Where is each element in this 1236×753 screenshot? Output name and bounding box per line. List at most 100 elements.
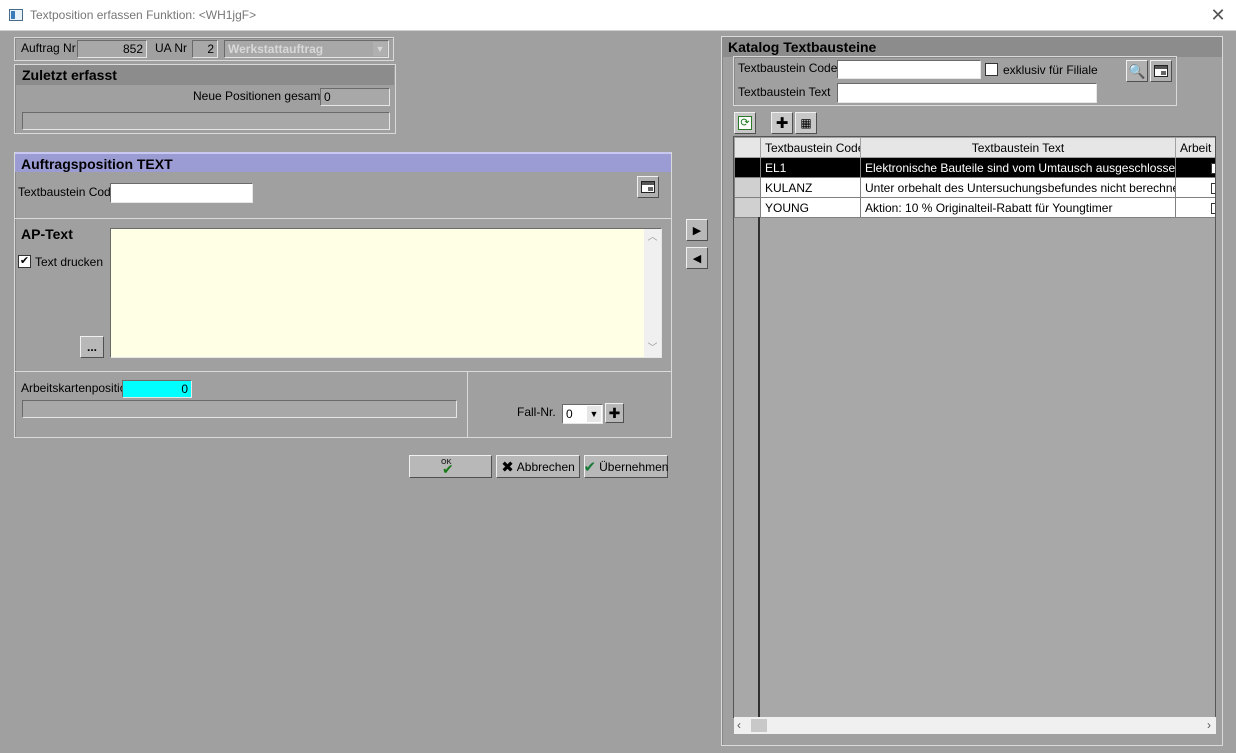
ok-icon: OK ✔ <box>441 458 454 477</box>
row-arbeit[interactable] <box>1175 197 1215 218</box>
add-row-button[interactable]: ✚ <box>771 112 793 134</box>
ua-field: 2 <box>192 40 218 58</box>
refresh-button[interactable]: ⟳ <box>734 112 756 134</box>
katalog-grid: Textbaustein Code Textbaustein Text Arbe… <box>733 136 1216 718</box>
plus-icon: ✚ <box>608 404 621 421</box>
row-checkbox[interactable] <box>1211 162 1215 174</box>
section-divider <box>15 371 671 372</box>
exklusiv-checkbox[interactable] <box>985 63 998 76</box>
katalog-code-label: Textbaustein Code <box>738 61 838 75</box>
table-row[interactable]: KULANZ Unter orbehalt des Untersuchungsb… <box>734 177 1215 198</box>
refresh-icon: ⟳ <box>738 116 752 130</box>
row-text[interactable]: Elektronische Bauteile sind vom Umtausch… <box>860 157 1176 178</box>
ellipsis-label: ... <box>86 340 97 354</box>
window-title: Textposition erfassen Funktion: <WH1jgF> <box>30 8 257 22</box>
row-arbeit[interactable] <box>1175 177 1215 198</box>
column-header-arbeit[interactable]: Arbeit <box>1175 137 1215 158</box>
katalog-title: Katalog Textbausteine <box>722 37 1222 57</box>
row-arbeit[interactable] <box>1175 157 1215 178</box>
neue-positionen-field: 0 <box>320 88 390 106</box>
auftragsposition-title: Auftragsposition TEXT <box>15 152 671 172</box>
katalog-text-label: Textbaustein Text <box>738 85 831 99</box>
ap-text-area[interactable]: ︿ ﹀ <box>110 228 662 358</box>
section-divider-vertical <box>467 372 468 437</box>
arrow-left-icon: ◀ <box>692 252 702 265</box>
table-header-row: Textbaustein Code Textbaustein Text Arbe… <box>734 137 1215 158</box>
text-drucken-checkbox[interactable]: ✔ <box>18 255 31 268</box>
plus-icon: ✚ <box>775 115 789 132</box>
ua-label: UA Nr <box>155 41 188 55</box>
ok-button[interactable]: OK ✔ <box>409 455 492 478</box>
calendar-icon <box>1154 65 1168 77</box>
header-indicator <box>734 137 761 158</box>
column-header-code[interactable]: Textbaustein Code <box>760 137 861 158</box>
row-text[interactable]: Aktion: 10 % Originalteil-Rabatt für You… <box>860 197 1176 218</box>
textbaustein-code-input[interactable] <box>110 183 253 203</box>
katalog-code-input[interactable] <box>837 60 981 79</box>
abbrechen-label: Abbrechen <box>516 459 575 474</box>
grid-settings-icon: ▦ <box>800 116 812 130</box>
row-code[interactable]: KULANZ <box>760 177 861 198</box>
cancel-icon: ✖ <box>501 458 514 476</box>
transfer-right-button[interactable]: ▶ <box>686 219 708 241</box>
section-divider <box>15 218 671 219</box>
auftrag-field: 852 <box>77 40 147 58</box>
ap-text-label: AP-Text <box>21 226 73 242</box>
zuletzt-info-field <box>22 112 390 130</box>
scroll-left-icon[interactable]: ‹ <box>737 717 741 734</box>
uebernehmen-label: Übernehmen <box>599 459 669 474</box>
row-indicator[interactable] <box>734 177 761 198</box>
row-text[interactable]: Unter orbehalt des Untersuchungsbefundes… <box>860 177 1176 198</box>
katalog-search-button[interactable]: 🔍 <box>1126 60 1148 82</box>
arrow-right-icon: ▶ <box>692 224 702 237</box>
row-code[interactable]: EL1 <box>760 157 861 178</box>
fall-nr-select[interactable]: 0 ▼ <box>562 404 603 424</box>
column-header-text[interactable]: Textbaustein Text <box>860 137 1176 158</box>
table-row[interactable]: YOUNG Aktion: 10 % Originalteil-Rabatt f… <box>734 197 1215 218</box>
row-indicator[interactable] <box>734 157 761 178</box>
auftrag-label: Auftrag Nr <box>21 41 76 55</box>
scrollbar-thumb[interactable] <box>751 719 767 732</box>
row-code[interactable]: YOUNG <box>760 197 861 218</box>
column-settings-button[interactable]: ▦ <box>795 112 817 134</box>
ellipsis-button[interactable]: ... <box>80 336 104 358</box>
search-icon: 🔍 <box>1128 62 1146 79</box>
abbrechen-button[interactable]: ✖ Abbrechen <box>496 455 580 478</box>
neue-positionen-label: Neue Positionen gesamt <box>193 89 324 103</box>
exklusiv-label: exklusiv für Filiale <box>1003 63 1098 77</box>
title-bar: Textposition erfassen Funktion: <WH1jgF>… <box>0 0 1236 31</box>
fall-nr-value: 0 <box>566 407 573 421</box>
chevron-down-icon[interactable]: ▼ <box>373 42 387 56</box>
fall-add-button[interactable]: ✚ <box>605 403 624 423</box>
row-checkbox[interactable] <box>1211 202 1215 214</box>
uebernehmen-button[interactable]: ✔ Übernehmen <box>584 455 668 478</box>
katalog-calendar-button[interactable] <box>1150 60 1172 82</box>
close-icon[interactable]: ✕ <box>1208 4 1228 26</box>
arbeitskarte-input[interactable]: 0 <box>122 380 192 398</box>
katalog-table: Textbaustein Code Textbaustein Text Arbe… <box>734 137 1215 218</box>
table-row[interactable]: EL1 Elektronische Bauteile sind vom Umta… <box>734 157 1215 178</box>
grid-indicator-column <box>734 217 760 717</box>
scroll-down-icon[interactable]: ﹀ <box>644 340 661 357</box>
code-lookup-button[interactable] <box>637 176 659 198</box>
scroll-right-icon[interactable]: › <box>1207 717 1211 734</box>
zuletzt-title: Zuletzt erfasst <box>16 65 394 85</box>
scroll-up-icon[interactable]: ︿ <box>644 229 661 246</box>
katalog-text-input[interactable] <box>837 83 1097 103</box>
calendar-icon <box>641 181 655 193</box>
katalog-horizontal-scrollbar[interactable]: ‹ › <box>734 717 1216 734</box>
row-checkbox[interactable] <box>1211 182 1215 194</box>
auftragsart-select[interactable]: Werkstattauftrag ▼ <box>224 40 389 58</box>
arbeitskarte-info-field <box>22 400 457 418</box>
check-icon: ✔ <box>583 458 597 476</box>
auftragsart-value: Werkstattauftrag <box>228 42 324 56</box>
fall-nr-label: Fall-Nr. <box>517 405 556 419</box>
app-icon <box>9 9 23 21</box>
textbaustein-code-label: Textbaustein Code <box>18 185 118 199</box>
arbeitskarte-label: Arbeitskartenposition <box>21 381 134 395</box>
transfer-left-button[interactable]: ◀ <box>686 247 708 269</box>
chevron-down-icon[interactable]: ▼ <box>587 406 601 422</box>
text-drucken-label: Text drucken <box>35 255 104 269</box>
ap-text-scrollbar[interactable]: ︿ ﹀ <box>644 229 661 357</box>
row-indicator[interactable] <box>734 197 761 218</box>
